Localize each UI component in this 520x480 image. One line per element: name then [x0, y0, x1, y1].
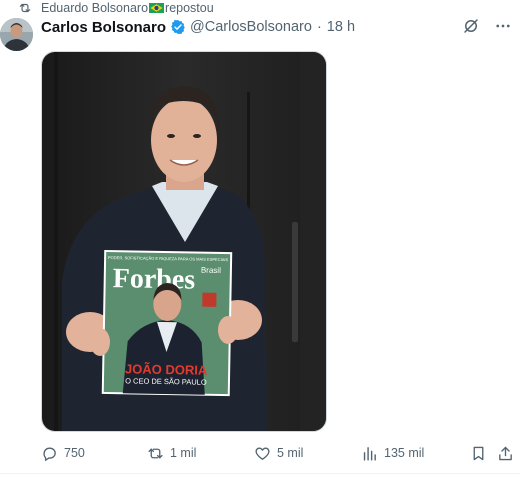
repost-count: 1 mil [170, 446, 197, 460]
views-chart-icon [363, 446, 376, 461]
separator-dot: · [316, 19, 322, 35]
post-actions: 750 1 mil 5 mil 135 mil [41, 443, 520, 463]
repost-user-name[interactable]: Eduardo Bolsonaro [41, 1, 148, 15]
bookmark-button[interactable] [470, 443, 487, 463]
views-button[interactable]: 135 mil [361, 443, 424, 463]
grok-icon[interactable] [462, 17, 480, 35]
repost-icon [19, 3, 31, 13]
author-handle[interactable]: @CarlosBolsonaro [190, 19, 312, 35]
views-count: 135 mil [384, 446, 425, 460]
brazil-flag-icon [149, 3, 165, 13]
like-button[interactable]: 5 mil [254, 443, 303, 463]
verified-badge-icon [171, 20, 185, 34]
author-display-name[interactable]: Carlos Bolsonaro [41, 19, 166, 36]
magazine-subheadline: O CEO DE SÃO PAULO [125, 376, 207, 386]
magazine-headline: JOÃO DORIA [125, 361, 208, 377]
repost-button[interactable]: 1 mil [147, 443, 196, 463]
avatar[interactable] [0, 18, 33, 51]
post-timestamp[interactable]: 18 h [327, 19, 355, 35]
header-actions [462, 17, 512, 35]
reply-count: 750 [64, 446, 85, 460]
avatar-image [0, 18, 33, 51]
post-divider [0, 473, 520, 474]
repost-attribution[interactable]: Eduardo Bolsonaro repostou [18, 0, 214, 16]
like-count: 5 mil [277, 446, 304, 460]
bookmark-icon [473, 446, 484, 460]
share-icon [499, 446, 512, 460]
post-photo: PODER, SOFISTICAÇÃO E RIQUEZA PARA OS MA… [42, 52, 326, 431]
repost-icon [148, 448, 163, 458]
share-button[interactable] [497, 443, 514, 463]
reply-button[interactable]: 750 [41, 443, 85, 463]
magazine-title: Forbes [112, 263, 195, 295]
reply-icon [43, 447, 56, 461]
post-media[interactable]: PODER, SOFISTICAÇÃO E RIQUEZA PARA OS MA… [41, 51, 327, 432]
more-options-icon[interactable] [494, 17, 512, 35]
repost-label: repostou [165, 1, 214, 15]
heart-icon [255, 447, 270, 460]
magazine-edition: Brasil [201, 266, 221, 275]
post-header: Carlos Bolsonaro @CarlosBolsonaro · 18 h [41, 16, 520, 38]
